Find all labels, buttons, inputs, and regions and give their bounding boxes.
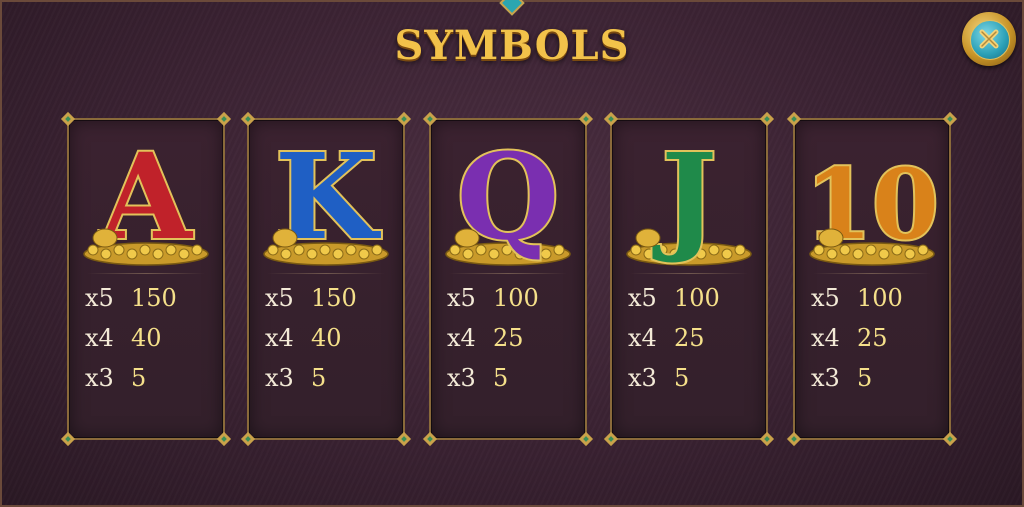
- symbol-artwork: J: [612, 125, 766, 276]
- payout-multiplier: x4: [447, 324, 476, 352]
- symbol-artwork: Q: [431, 125, 585, 276]
- symbol-artwork: 10: [795, 126, 949, 276]
- payout-multiplier: x3: [265, 364, 294, 392]
- payout-value: 100: [493, 284, 539, 312]
- payout-row: x3 5: [265, 363, 326, 393]
- payout-row: x3 5: [811, 363, 872, 393]
- payout-value: 150: [131, 284, 177, 312]
- gold-coin: [630, 244, 642, 256]
- close-icon: [979, 29, 999, 49]
- payout-multiplier: x5: [811, 284, 840, 312]
- gold-ornament-icon: [272, 228, 298, 248]
- divider: [87, 273, 205, 274]
- payout-value: 5: [857, 364, 873, 392]
- divider: [630, 273, 748, 274]
- symbol-card-a: Ax5 150 x4 40 x3 5: [60, 111, 232, 447]
- divider: [813, 273, 931, 274]
- symbol-card-q: Qx5 100 x4 25 x3 5: [422, 111, 594, 447]
- payout-row: x5 100: [628, 283, 720, 313]
- gold-ornament-icon: [92, 228, 118, 248]
- payout-multiplier: x5: [628, 284, 657, 312]
- payout-value: 5: [311, 364, 327, 392]
- payout-value: 25: [493, 324, 524, 352]
- gold-coin: [721, 248, 733, 260]
- payout-value: 5: [674, 364, 690, 392]
- payout-value: 150: [311, 284, 357, 312]
- payout-row: x4 40: [85, 323, 162, 353]
- symbol-q-icon: Q: [445, 125, 571, 268]
- payout-row: x5 100: [447, 283, 539, 313]
- payout-value: 100: [857, 284, 903, 312]
- gold-ornament-icon: [818, 228, 844, 248]
- payout-row: x4 25: [811, 323, 888, 353]
- payout-row: x3 5: [85, 363, 146, 393]
- symbol-k-icon: K: [263, 125, 389, 268]
- divider: [267, 273, 385, 274]
- payout-row: x5 150: [85, 283, 177, 313]
- payout-multiplier: x4: [85, 324, 114, 352]
- payout-value: 40: [311, 324, 342, 352]
- payout-row: x4 25: [447, 323, 524, 353]
- payout-multiplier: x4: [811, 324, 840, 352]
- payout-row: x4 25: [628, 323, 705, 353]
- payout-row: x5 100: [811, 283, 903, 313]
- symbol-card-10: 10 x5 100 x4 25 x3 5: [786, 111, 958, 447]
- payout-value: 100: [674, 284, 720, 312]
- gold-coin: [734, 244, 746, 256]
- symbol-j-icon: J: [626, 125, 752, 268]
- gold-coin: [87, 244, 99, 256]
- close-button[interactable]: [962, 12, 1016, 66]
- payout-value: 5: [131, 364, 147, 392]
- payout-row: x5 150: [265, 283, 357, 313]
- page-title: SYMBOLS: [394, 22, 630, 69]
- payout-multiplier: x3: [85, 364, 114, 392]
- payout-value: 40: [131, 324, 162, 352]
- symbol-artwork: A: [69, 125, 223, 276]
- gold-ornament-icon: [454, 228, 480, 248]
- payout-multiplier: x4: [628, 324, 657, 352]
- payout-multiplier: x3: [628, 364, 657, 392]
- payout-row: x3 5: [628, 363, 689, 393]
- symbol-a-icon: A: [83, 125, 209, 268]
- payout-row: x3 5: [447, 363, 508, 393]
- payout-multiplier: x3: [811, 364, 840, 392]
- symbol-letter: J: [652, 127, 717, 266]
- payout-multiplier: x5: [447, 284, 476, 312]
- symbol-card-k: Kx5 150 x4 40 x3 5: [240, 111, 412, 447]
- payout-multiplier: x5: [265, 284, 294, 312]
- gold-coin: [643, 248, 655, 260]
- symbol-card-j: Jx5 100 x4 25 x3 5: [603, 111, 775, 447]
- gold-ornament-icon: [635, 228, 661, 248]
- payout-row: x4 40: [265, 323, 342, 353]
- payout-value: 5: [493, 364, 509, 392]
- payout-multiplier: x5: [85, 284, 114, 312]
- payout-multiplier: x3: [447, 364, 476, 392]
- symbol-10-icon: 10: [803, 146, 941, 266]
- payout-value: 25: [674, 324, 705, 352]
- divider: [449, 273, 567, 274]
- payout-value: 25: [857, 324, 888, 352]
- symbol-letter: A: [99, 127, 193, 266]
- gold-coin: [191, 244, 203, 256]
- payout-multiplier: x4: [265, 324, 294, 352]
- symbol-artwork: K: [249, 125, 403, 276]
